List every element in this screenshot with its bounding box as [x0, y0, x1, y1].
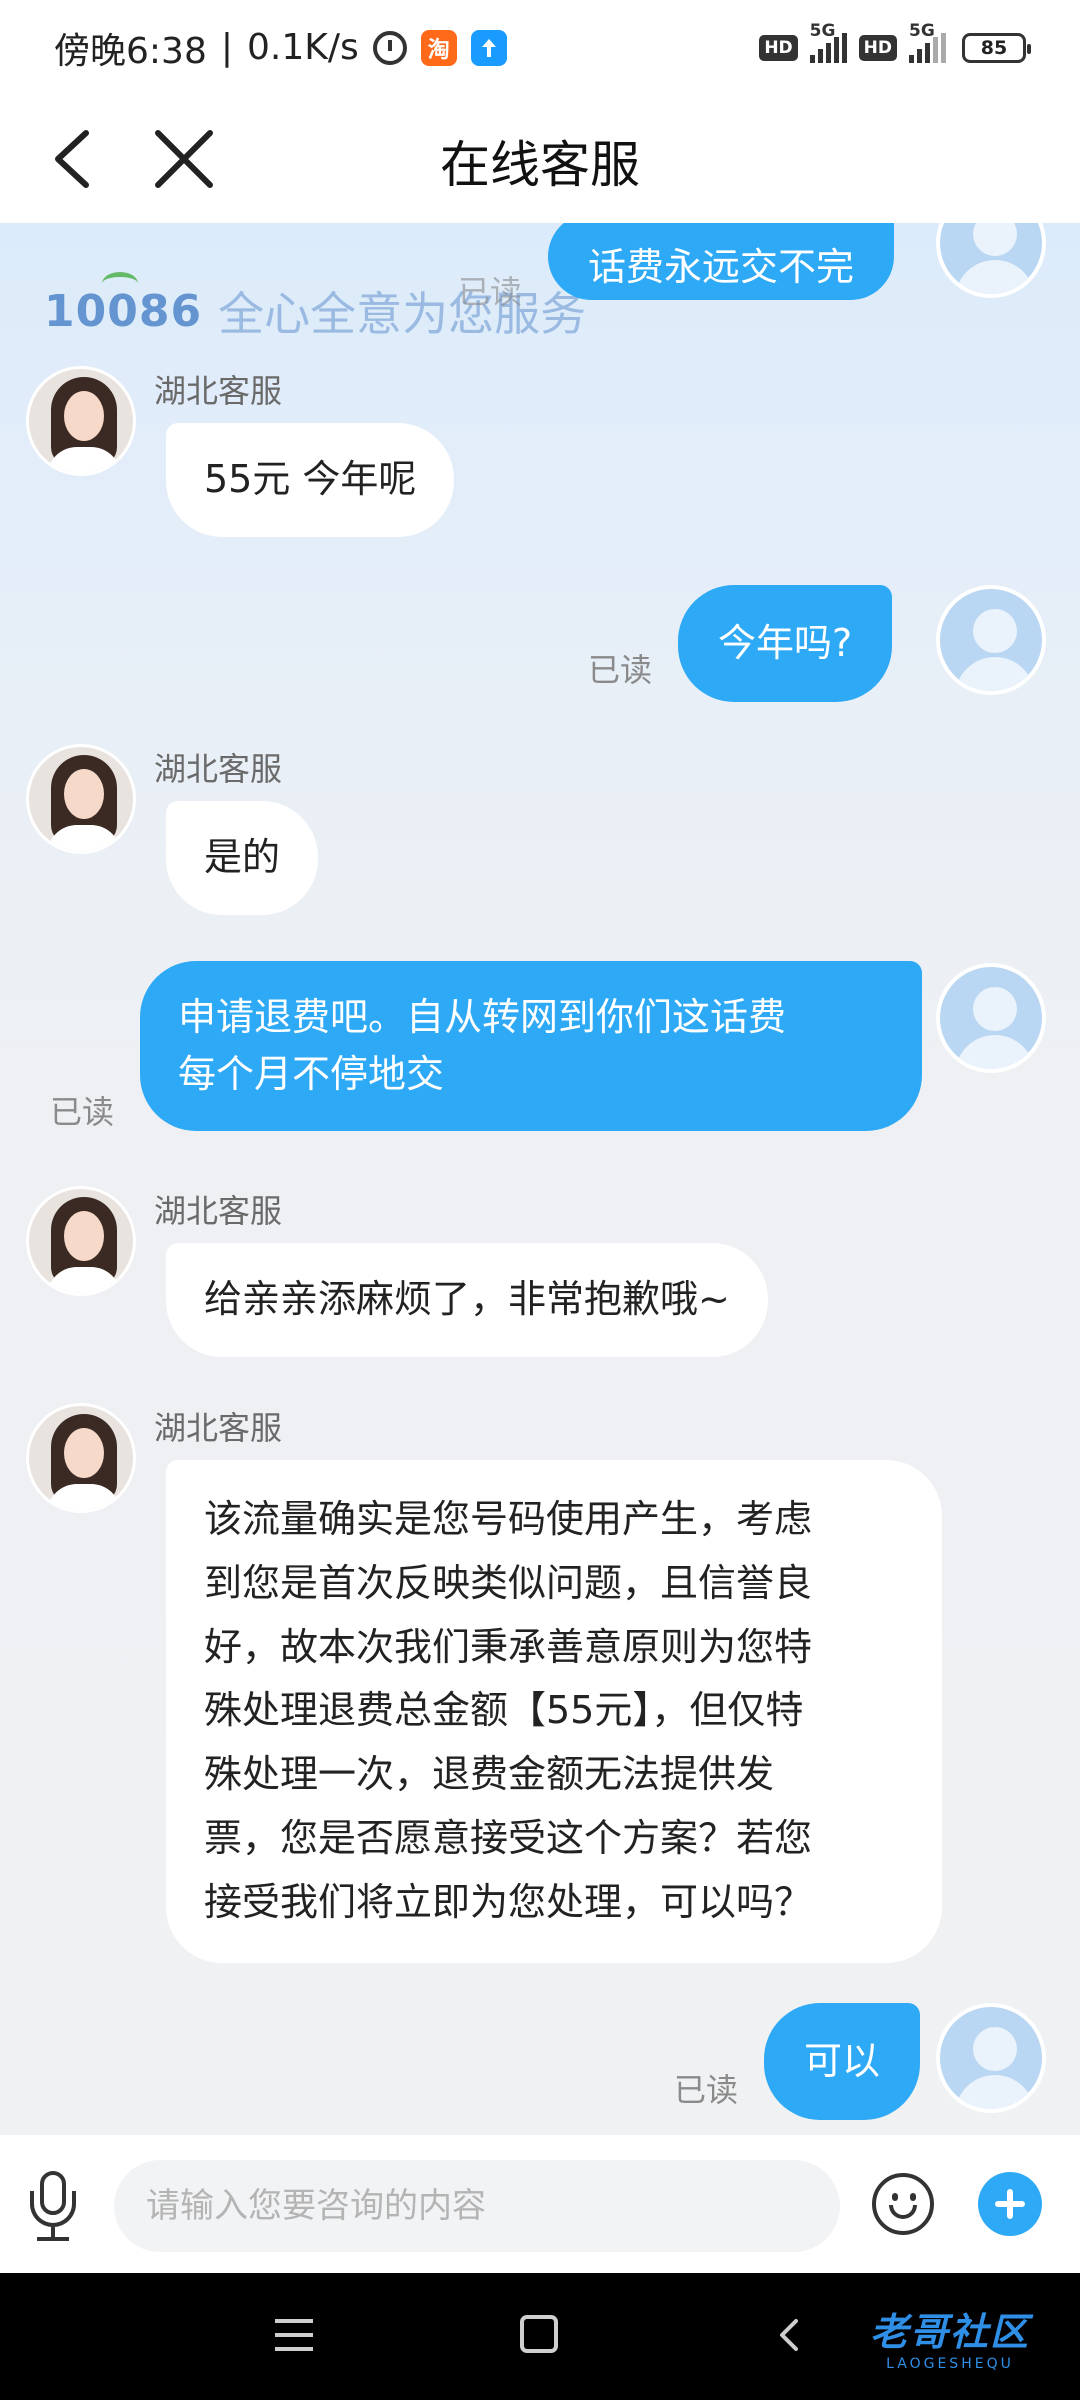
- sender-name: 湖北客服: [154, 372, 283, 410]
- agent-avatar[interactable]: [26, 1403, 136, 1513]
- hd-badge-1: HD: [759, 34, 798, 61]
- chat-area[interactable]: 10086 全心全意为您服务 已读 话费永远交不完 湖北客服 55元 今年呢 已…: [0, 223, 1080, 2135]
- message-line: 该流量确实是您号码使用产生，考虑: [204, 1497, 813, 1541]
- message-bubble-agent[interactable]: 55元 今年呢: [166, 423, 455, 537]
- system-back-icon[interactable]: [770, 2315, 810, 2355]
- upload-icon: [470, 29, 507, 66]
- message-line: 每个月不停地交: [178, 1052, 445, 1096]
- read-status: 已读: [588, 651, 653, 689]
- microphone-icon[interactable]: [22, 2167, 86, 2243]
- watermark-text: 老哥社区: [869, 2309, 1030, 2354]
- menu-icon[interactable]: [275, 2319, 313, 2351]
- user-avatar[interactable]: [936, 223, 1046, 298]
- agent-avatar[interactable]: [26, 744, 136, 854]
- status-time: 傍晚6:38: [54, 30, 207, 72]
- plus-icon[interactable]: [978, 2172, 1042, 2236]
- agent-avatar[interactable]: [26, 366, 136, 476]
- taobao-icon: 淘: [420, 29, 457, 66]
- status-bar: 傍晚6:38 | 0.1K/s 淘 HD 5G HD 5G 85: [0, 0, 1080, 95]
- alarm-icon: [372, 30, 407, 65]
- message-line: 接受我们将立即为您处理，可以吗？: [204, 1879, 813, 1924]
- hd-badge-2: HD: [858, 34, 897, 61]
- emoji-icon[interactable]: [872, 2173, 934, 2235]
- message-text: 给亲亲添麻烦了，非常抱歉哦~: [204, 1277, 730, 1321]
- brand-slogan: 全心全意为您服务: [218, 287, 587, 341]
- message-input[interactable]: [114, 2160, 840, 2252]
- message-line: 殊处理退费总金额【55元】，但仅特: [204, 1688, 804, 1733]
- message-text: 话费永远交不完: [588, 245, 855, 289]
- message-line: 票，您是否愿意接受这个方案？若您: [204, 1816, 813, 1861]
- status-separator: |: [220, 27, 233, 68]
- message-line: 好，故本次我们秉承善意原则为您特: [204, 1624, 813, 1669]
- user-avatar[interactable]: [936, 2003, 1046, 2113]
- user-avatar[interactable]: [936, 585, 1046, 695]
- network-type-2: 5G: [909, 20, 935, 41]
- message-line: 申请退费吧。自从转网到你们这话费: [178, 995, 787, 1039]
- user-avatar[interactable]: [936, 963, 1046, 1073]
- page-title: 在线客服: [440, 136, 640, 194]
- message-bubble-agent[interactable]: 该流量确实是您号码使用产生，考虑 到您是首次反映类似问题，且信誉良 好，故本次我…: [166, 1460, 942, 1963]
- message-bubble-user[interactable]: 可以: [764, 2003, 921, 2120]
- input-bar: [0, 2135, 1080, 2273]
- message-bubble-user[interactable]: 申请退费吧。自从转网到你们这话费 每个月不停地交: [140, 961, 922, 1131]
- agent-avatar[interactable]: [26, 1186, 136, 1296]
- message-text: 可以: [804, 2039, 881, 2083]
- message-bubble-agent[interactable]: 给亲亲添麻烦了，非常抱歉哦~: [166, 1243, 768, 1357]
- message-line: 殊处理一次，退费金额无法提供发: [204, 1752, 775, 1797]
- signal-icon-1: 5G: [809, 21, 847, 63]
- status-net-speed: 0.1K/s: [246, 27, 359, 68]
- system-nav-bar: 老哥社区 LAOGESHEQU: [0, 2273, 1080, 2400]
- message-text: 55元 今年呢: [204, 457, 417, 501]
- watermark-logo: 老哥社区 LAOGESHEQU: [838, 2295, 1062, 2377]
- message-text: 今年吗?: [718, 621, 853, 665]
- home-icon[interactable]: [520, 2315, 558, 2353]
- signal-icon-2: 5G: [909, 21, 946, 63]
- message-bubble-user[interactable]: 今年吗?: [678, 585, 893, 702]
- status-left: 傍晚6:38 | 0.1K/s 淘: [54, 22, 507, 74]
- battery-icon: 85: [962, 32, 1031, 63]
- sender-name: 湖北客服: [154, 750, 283, 788]
- read-status: 已读: [50, 1093, 115, 1131]
- network-type-1: 5G: [809, 20, 836, 41]
- message-bubble-agent[interactable]: 是的: [166, 801, 319, 915]
- header-bar: 在线客服: [0, 95, 1080, 223]
- brand-number: 10086: [44, 271, 203, 337]
- watermark-subtext: LAOGESHEQU: [886, 2355, 1014, 2372]
- read-status: 已读: [458, 273, 523, 311]
- message-text: 是的: [204, 835, 281, 879]
- message-bubble-user[interactable]: 话费永远交不完: [548, 223, 895, 300]
- sender-name: 湖北客服: [154, 1409, 283, 1447]
- message-line: 到您是首次反映类似问题，且信誉良: [204, 1560, 813, 1605]
- read-status: 已读: [674, 2071, 739, 2109]
- sender-name: 湖北客服: [154, 1192, 283, 1230]
- status-right: HD 5G HD 5G 85: [759, 21, 1031, 63]
